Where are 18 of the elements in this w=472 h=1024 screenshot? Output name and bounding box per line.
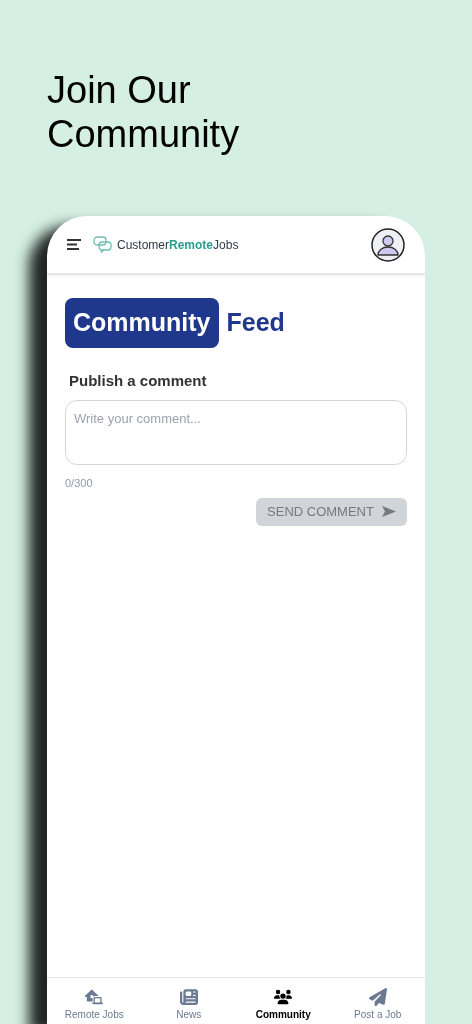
character-counter: 0/300 [65,476,94,491]
menu-icon[interactable] [67,239,81,250]
nav-tab[interactable]: News [141,988,236,1021]
send-icon [381,506,396,517]
title-highlight: Community [65,298,219,348]
form-label: Publish a comment [69,370,208,391]
nav-tab[interactable]: Remote Jobs [47,988,142,1021]
nav-tab[interactable]: Community [236,988,331,1021]
people-icon [274,988,293,1006]
headline: Join Our Community [47,68,241,156]
avatar-icon[interactable] [371,227,405,262]
title-text: Feed [226,307,285,338]
house-laptop-icon [85,988,104,1006]
chat-bubbles-icon [93,236,113,253]
nav-tab[interactable]: Post a Job [330,988,425,1021]
newspaper-icon [179,988,198,1006]
logo-text: CustomerRemoteJobs [117,236,239,254]
paper-plane-icon [368,988,387,1006]
